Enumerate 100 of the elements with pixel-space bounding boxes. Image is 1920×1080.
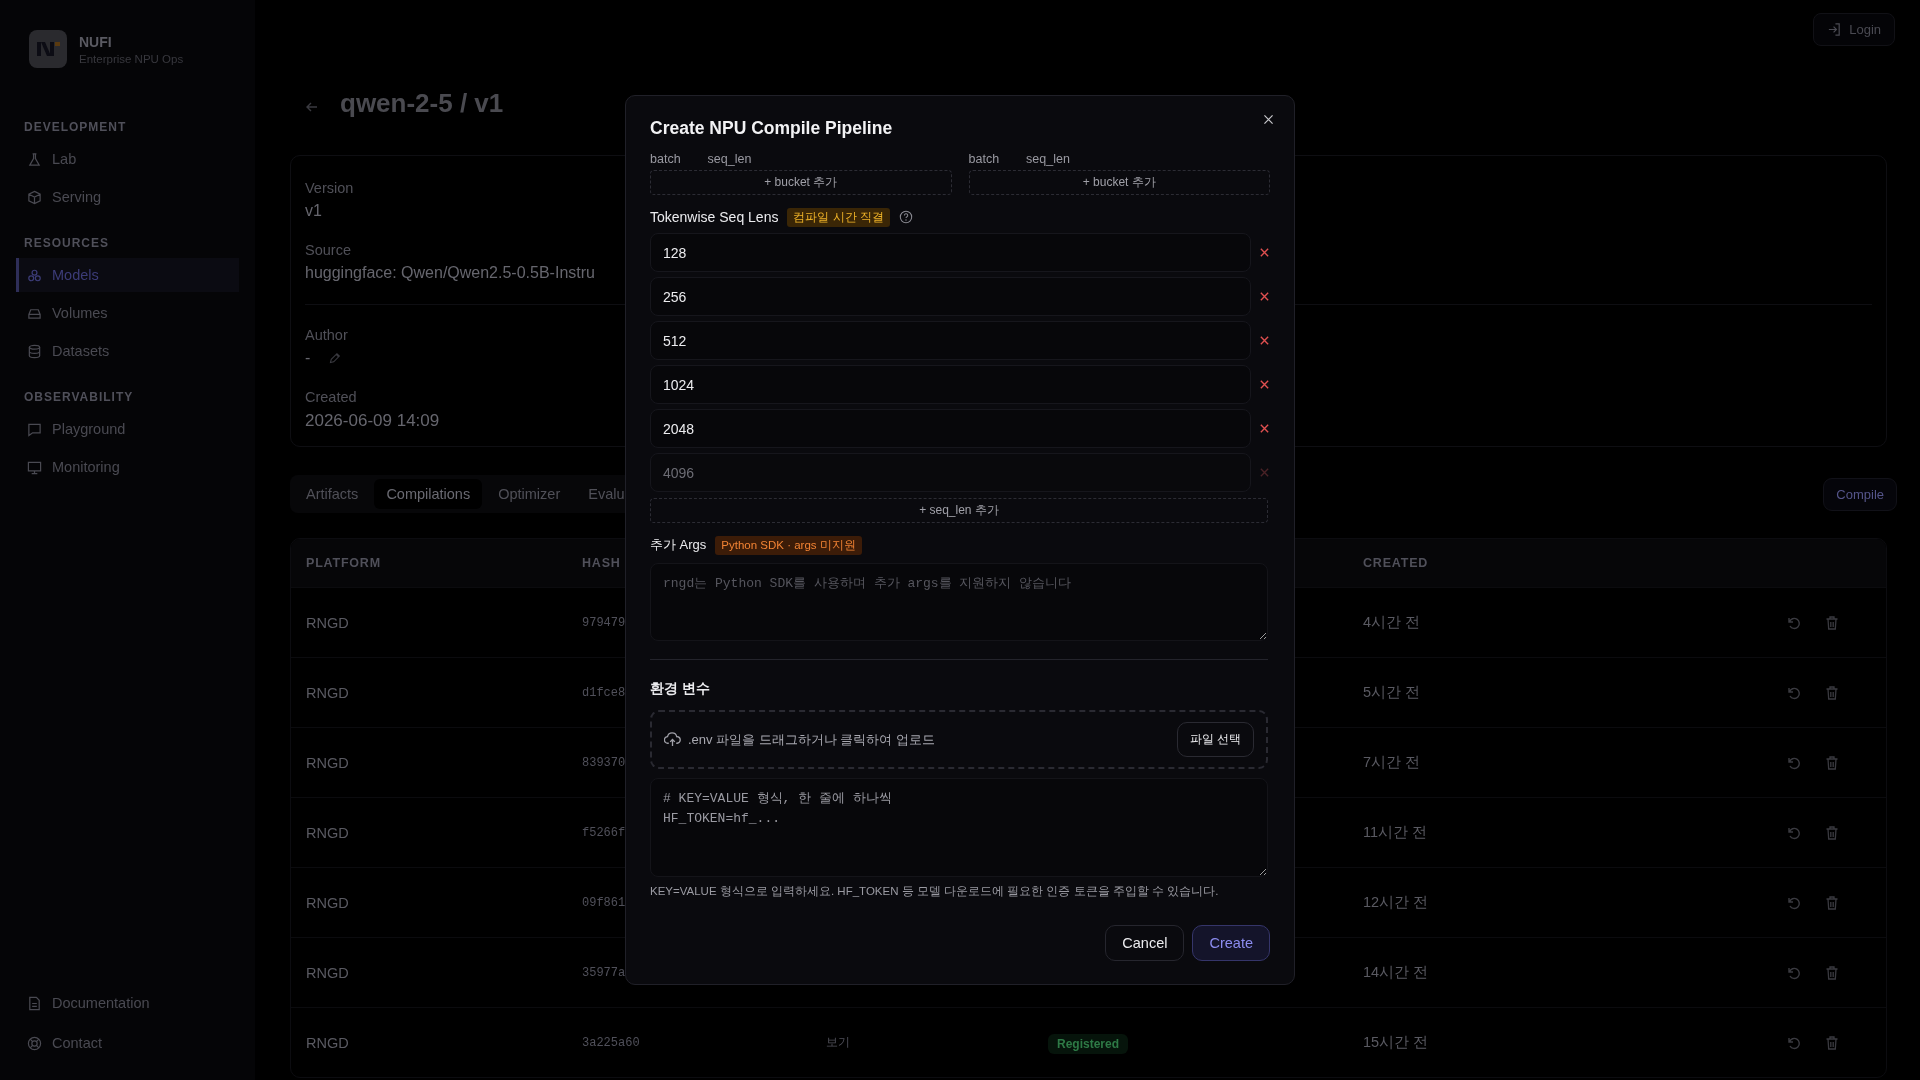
- hash-cell: 839370: [582, 755, 626, 770]
- hash-cell: 35977a: [582, 965, 626, 980]
- add-seq-len-button[interactable]: + seq_len 추가: [650, 498, 1268, 523]
- field-label: Tokenwise Seq Lens: [650, 209, 779, 225]
- tab[interactable]: Optimizer: [486, 479, 573, 509]
- flask-icon: [27, 151, 42, 167]
- add-bucket-button[interactable]: + bucket 추가: [968, 170, 1270, 195]
- close-icon[interactable]: [1262, 113, 1275, 126]
- tab[interactable]: Evalu: [576, 479, 637, 509]
- table-cell: 7시간 전: [1363, 753, 1421, 772]
- field-value: -: [305, 349, 311, 367]
- env-textarea[interactable]: # KEY=VALUE 형식, 한 줄에 하나씩 HF_TOKEN=hf_...: [650, 778, 1268, 877]
- pencil-icon[interactable]: [328, 351, 342, 365]
- trash-icon[interactable]: [1824, 754, 1840, 771]
- sidebar-item[interactable]: Monitoring: [16, 450, 239, 484]
- create-button[interactable]: Create: [1192, 925, 1270, 961]
- sidebar-link[interactable]: Documentation: [16, 986, 239, 1020]
- bucket-label: batch: [968, 152, 1000, 166]
- logo-icon: [29, 30, 67, 68]
- section-heading: RESOURCES: [23, 236, 110, 250]
- table-cell: 14시간 전: [1363, 963, 1429, 982]
- view-link[interactable]: 보기: [826, 1034, 850, 1051]
- compile-button[interactable]: Compile: [1823, 477, 1897, 511]
- file-dropzone[interactable]: .env 파일을 드래그하거나 클릭하여 업로드 파일 선택: [650, 710, 1268, 769]
- column-header: CREATED: [1363, 556, 1429, 570]
- table-cell: RNGD: [306, 1034, 349, 1051]
- trash-icon[interactable]: [1824, 824, 1840, 841]
- trash-icon[interactable]: [1824, 964, 1840, 981]
- table-cell: RNGD: [306, 824, 349, 841]
- trash-icon[interactable]: [1824, 684, 1840, 701]
- sidebar-item[interactable]: Playground: [16, 412, 239, 446]
- trash-icon[interactable]: [1824, 614, 1840, 631]
- app-name: NUFI: [79, 33, 113, 50]
- dialog-title: Create NPU Compile Pipeline: [650, 117, 894, 140]
- cancel-button[interactable]: Cancel: [1105, 925, 1185, 961]
- tab[interactable]: Compilations: [374, 479, 483, 509]
- login-icon: [1827, 22, 1843, 37]
- bucket-label: seq_len: [707, 152, 752, 166]
- chat-icon: [27, 421, 42, 437]
- remove-icon[interactable]: [1259, 335, 1270, 346]
- hash-cell: d1fce8: [582, 685, 626, 700]
- args-textarea[interactable]: rngd는 Python SDK를 사용하며 추가 args를 지원하지 않습니다: [650, 563, 1268, 641]
- remove-icon[interactable]: [1259, 379, 1270, 390]
- table-cell: 12시간 전: [1363, 893, 1429, 912]
- section-heading: DEVELOPMENT: [23, 120, 128, 134]
- cubes-icon: [27, 267, 42, 283]
- trash-icon[interactable]: [1824, 894, 1840, 911]
- field-label: Version: [305, 180, 354, 196]
- table-cell: RNGD: [306, 684, 349, 701]
- hash-cell: 09f861: [582, 895, 626, 910]
- remove-icon[interactable]: [1259, 423, 1270, 434]
- hash-cell: 979479: [582, 615, 626, 630]
- table-cell: RNGD: [306, 754, 349, 771]
- section-heading: 환경 변수: [650, 680, 711, 698]
- bucket-label: seq_len: [1026, 152, 1070, 166]
- field-label: Created: [305, 389, 357, 405]
- sidebar-item[interactable]: Datasets: [16, 334, 239, 368]
- page-title: qwen-2-5 / v1: [340, 88, 504, 119]
- cloud-upload-icon: [664, 732, 681, 747]
- column-header: PLATFORM: [306, 556, 381, 570]
- table-cell: 4시간 전: [1363, 613, 1421, 632]
- remove-icon[interactable]: [1259, 291, 1270, 302]
- dropzone-text: .env 파일을 드래그하거나 클릭하여 업로드: [688, 730, 937, 749]
- cube-icon: [27, 189, 42, 205]
- column-header: HASH: [582, 556, 621, 570]
- trash-icon[interactable]: [1824, 1034, 1840, 1051]
- warning-badge: 컴파일 시간 직결: [787, 207, 890, 227]
- sidebar-item[interactable]: Models: [16, 258, 239, 292]
- hash-cell: 3a225a60: [582, 1035, 640, 1050]
- table-cell: RNGD: [306, 894, 349, 911]
- hash-cell: f5266f: [582, 825, 626, 840]
- add-bucket-button[interactable]: + bucket 추가: [650, 170, 952, 195]
- monitor-icon: [27, 459, 42, 475]
- seq-len-input[interactable]: 1024: [650, 365, 1251, 404]
- field-label: Source: [305, 242, 351, 258]
- seq-len-input[interactable]: 256: [650, 277, 1251, 316]
- choose-file-button[interactable]: 파일 선택: [1176, 722, 1254, 757]
- help-icon[interactable]: [898, 210, 913, 224]
- table-cell: 5시간 전: [1363, 683, 1421, 702]
- tab[interactable]: Artifacts: [294, 479, 371, 509]
- sidebar-item[interactable]: Lab: [16, 142, 239, 176]
- seq-len-input[interactable]: 2048: [650, 409, 1251, 448]
- field-value: 2026-06-09 14:09: [305, 411, 440, 431]
- seq-len-input[interactable]: 128: [650, 233, 1251, 272]
- login-button[interactable]: Login: [1813, 13, 1895, 46]
- seq-len-input[interactable]: 512: [650, 321, 1251, 360]
- bucket-label: batch: [650, 152, 681, 166]
- remove-icon[interactable]: [1259, 247, 1270, 258]
- table-cell: 11시간 전: [1363, 823, 1428, 842]
- warning-badge: Python SDK · args 미지원: [715, 535, 862, 555]
- status-badge: Registered: [1048, 1033, 1129, 1054]
- document-icon: [27, 995, 42, 1011]
- sidebar-item[interactable]: Volumes: [16, 296, 239, 330]
- sidebar-item[interactable]: Serving: [16, 180, 239, 214]
- database-icon: [27, 343, 42, 359]
- sidebar-link[interactable]: Contact: [16, 1026, 239, 1060]
- field-value: v1: [305, 202, 322, 220]
- hint-text: KEY=VALUE 형식으로 입력하세요. HF_TOKEN 등 모델 다운로드에 필요한 인증 토큰을 주입할 수 있습니다.: [650, 884, 1220, 899]
- table-cell: 15시간 전: [1363, 1033, 1429, 1052]
- table-cell: RNGD: [306, 964, 349, 981]
